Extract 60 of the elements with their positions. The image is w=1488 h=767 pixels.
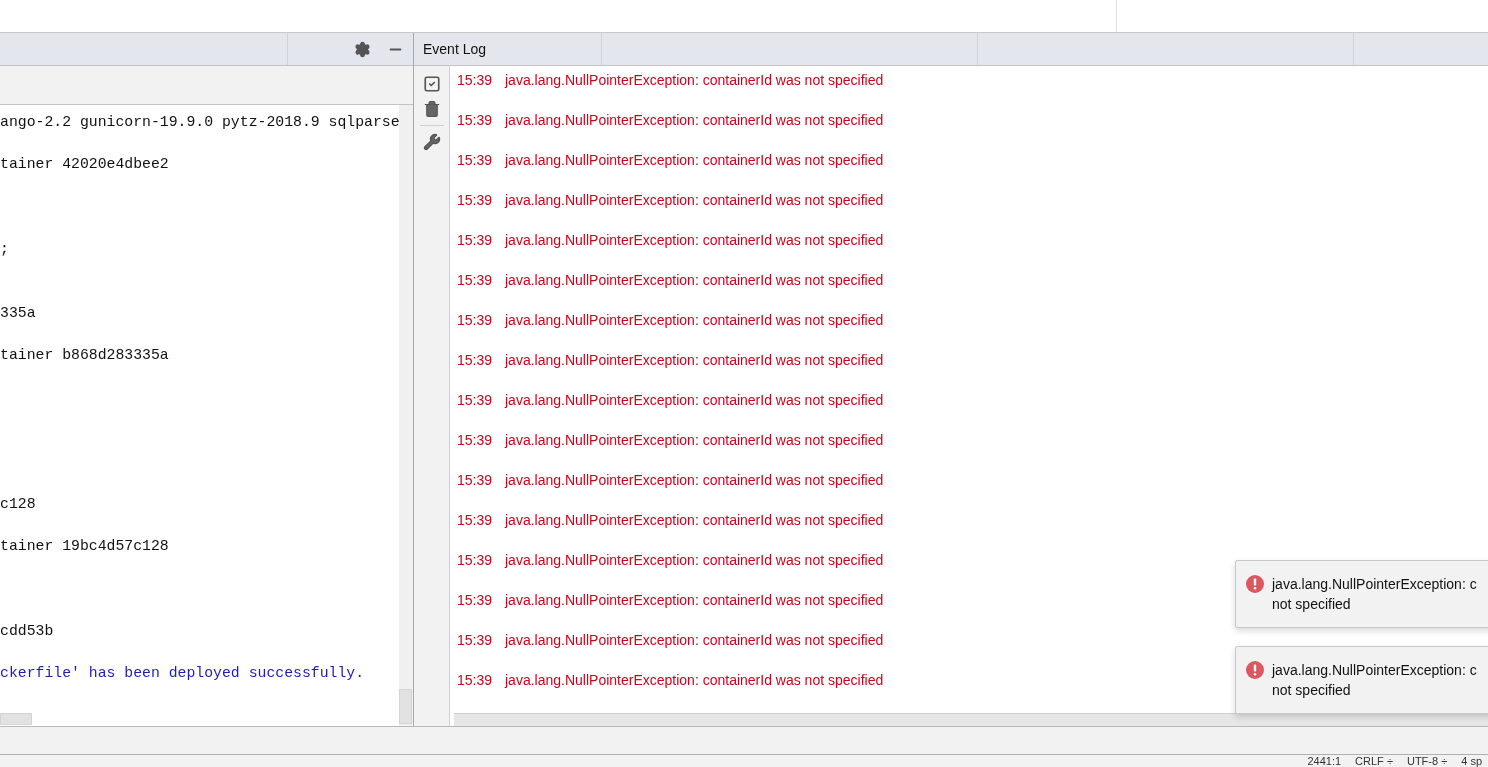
error-icon [1246, 661, 1264, 679]
notification-balloon[interactable]: java.lang.NullPointerException: c not specified [1235, 560, 1488, 628]
log-message: java.lang.NullPointerException: containerId was not specified [505, 72, 884, 90]
log-time: 15:39 [457, 112, 494, 130]
notification-body: not specified [1272, 681, 1352, 700]
trash-icon[interactable] [422, 100, 441, 118]
log-message: java.lang.NullPointerException: containerId was not specified [505, 512, 884, 530]
log-message: java.lang.NullPointerException: containerId was not specified [505, 632, 884, 650]
status-item[interactable]: 2441:1 [1307, 755, 1342, 767]
status-item[interactable]: UTF-8 ÷ [1406, 755, 1448, 767]
console-line: cdd53b [0, 621, 54, 641]
settings-icon[interactable] [354, 40, 371, 58]
notification-title: java.lang.NullPointerException: c [1272, 661, 1477, 680]
status-item[interactable]: CRLF ÷ [1355, 755, 1393, 767]
notification-title: java.lang.NullPointerException: c [1272, 575, 1477, 594]
log-time: 15:39 [457, 192, 494, 210]
console-line: ; [0, 240, 9, 260]
console-line: ckerfile' has been deployed successfully. [0, 664, 365, 684]
log-time: 15:39 [457, 512, 494, 530]
log-time: 15:39 [457, 632, 494, 650]
console-line: tainer b868d283335a [0, 346, 169, 366]
log-message: java.lang.NullPointerException: containerId was not specified [505, 592, 884, 610]
log-time: 15:39 [457, 352, 494, 370]
log-message: java.lang.NullPointerException: containerId was not specified [505, 472, 884, 490]
log-message: java.lang.NullPointerException: containerId was not specified [505, 672, 884, 690]
status-item[interactable]: 4 sp [1461, 755, 1482, 767]
log-message: java.lang.NullPointerException: containerId was not specified [505, 112, 884, 130]
log-time: 15:39 [457, 72, 494, 90]
log-time: 15:39 [457, 232, 494, 250]
log-time: 15:39 [457, 152, 494, 170]
console-line: tainer 19bc4d57c128 [0, 536, 169, 556]
notification-body: not specified [1272, 595, 1352, 614]
log-message: java.lang.NullPointerException: containerId was not specified [505, 192, 884, 210]
panel-title[interactable]: Event Log [414, 41, 487, 57]
scrollbar-thumb[interactable] [399, 689, 412, 724]
log-message: java.lang.NullPointerException: containerId was not specified [505, 272, 884, 290]
log-time: 15:39 [457, 272, 494, 290]
log-message: java.lang.NullPointerException: containerId was not specified [505, 152, 884, 170]
log-time: 15:39 [457, 672, 494, 690]
log-message: java.lang.NullPointerException: containerId was not specified [505, 552, 884, 570]
wrench-icon[interactable] [422, 133, 441, 151]
log-message: java.lang.NullPointerException: containerId was not specified [505, 392, 884, 410]
console-line: 335a [0, 303, 36, 323]
log-time: 15:39 [457, 592, 494, 610]
console-line: c128 [0, 494, 36, 514]
log-message: java.lang.NullPointerException: containerId was not specified [505, 432, 884, 450]
log-message: java.lang.NullPointerException: containerId was not specified [505, 312, 884, 330]
log-time: 15:39 [457, 432, 494, 450]
console-line: tainer 42020e4dbee2 [0, 155, 169, 175]
console-line: ango-2.2 gunicorn-19.9.0 pytz-2018.9 sqlparse [0, 113, 400, 132]
log-time: 15:39 [457, 552, 494, 570]
scrollbar-thumb[interactable] [0, 713, 32, 725]
notification-balloon[interactable]: java.lang.NullPointerException: c not specified [1235, 646, 1488, 714]
log-time: 15:39 [457, 312, 494, 330]
horizontal-scrollbar[interactable] [454, 713, 1488, 726]
error-icon [1246, 575, 1264, 593]
log-message: java.lang.NullPointerException: containerId was not specified [505, 232, 884, 250]
log-message: java.lang.NullPointerException: containerId was not specified [505, 352, 884, 370]
log-time: 15:39 [457, 392, 494, 410]
log-time: 15:39 [457, 472, 494, 490]
